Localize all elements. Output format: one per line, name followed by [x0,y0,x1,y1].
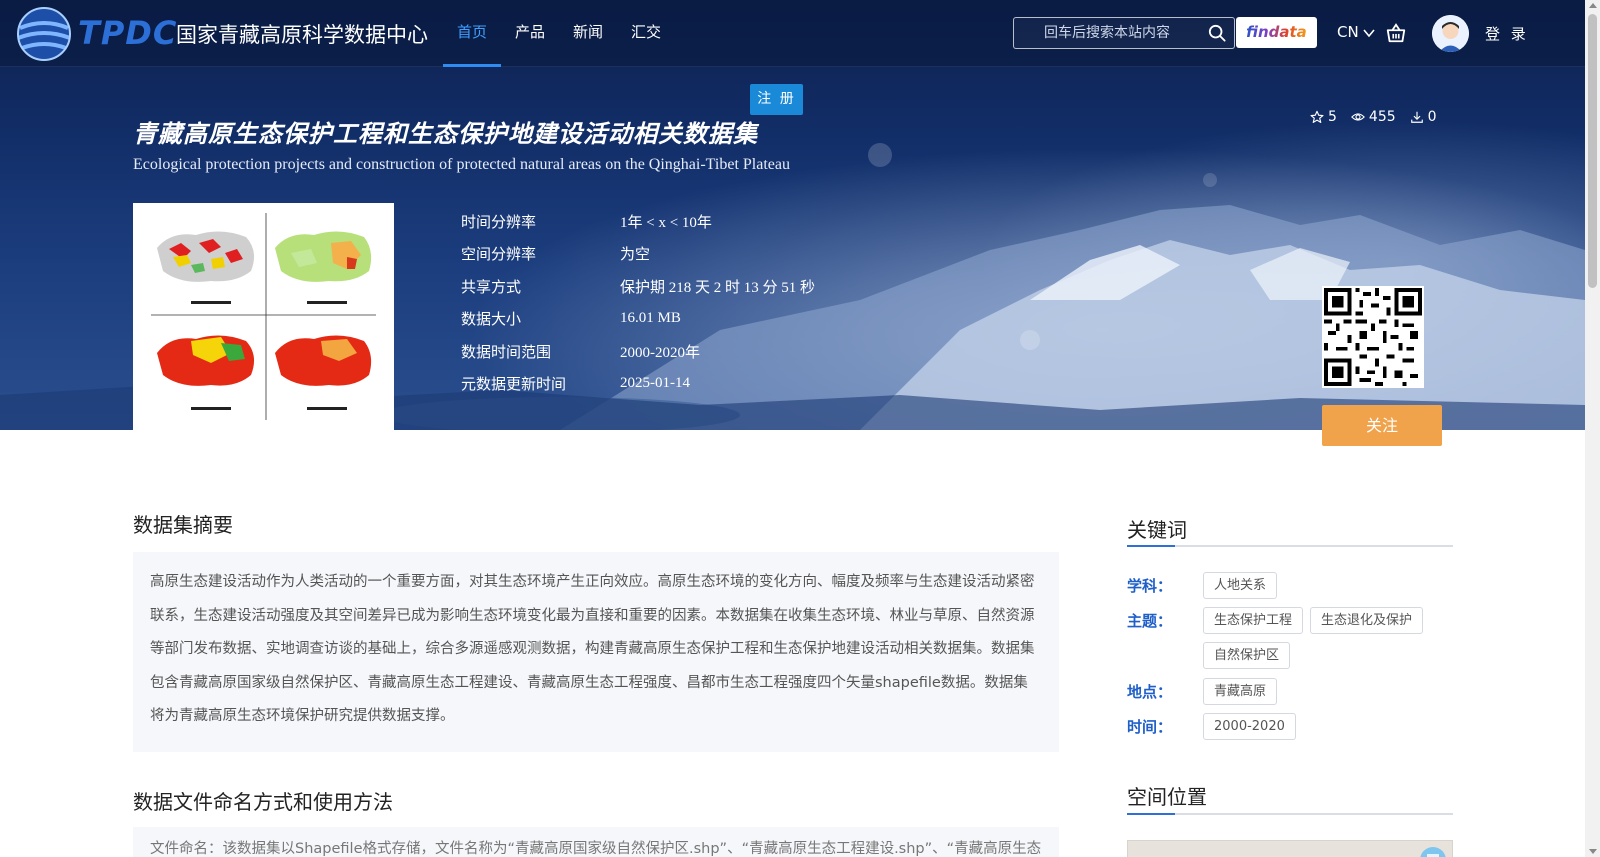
thumbnail-map-figure [151,213,376,420]
meta-value: 2000-2020年 [620,344,700,361]
logo-chinese-name: 国家青藏高原科学数据中心 [176,23,428,47]
location-heading: 空间位置 [1127,785,1207,809]
dataset-thumbnail[interactable] [133,203,394,430]
downloads-stat: 0 [1410,109,1437,125]
location-map[interactable] [1127,840,1453,857]
nav-item-home[interactable]: 首页 [443,0,502,67]
meta-value: 2025-01-14 [620,375,690,392]
naming-box: 文件命名：该数据集以Shapefile格式存储，文件名称为“青藏高原国家级自然保… [133,827,1059,857]
meta-value: 保护期 218 天 2 时 13 分 51 秒 [620,279,816,296]
meta-row: 数据时间范围 2000-2020年 [461,335,815,368]
search-input[interactable] [1014,18,1204,48]
follow-button[interactable]: 关注 [1322,405,1442,446]
top-navigation-bar: TPDC 国家青藏高原科学数据中心 首页 产品 新闻 汇交 findata CN [0,0,1585,67]
search-box [1013,17,1235,49]
search-icon[interactable] [1208,24,1226,42]
register-button[interactable]: 注 册 [750,84,803,115]
keyword-tag[interactable]: 人地关系 [1203,572,1278,599]
abstract-box: 高原生态建设活动作为人类活动的一个重要方面，对其生态环境产生正向效应。高原生态环… [133,552,1059,752]
main-nav: 首页 产品 新闻 汇交 [443,0,675,67]
findata-button[interactable]: findata [1236,17,1317,48]
meta-row: 数据大小 16.01 MB [461,303,815,336]
globe-logo-icon [17,7,71,61]
naming-heading: 数据文件命名方式和使用方法 [133,790,393,814]
location-divider [1127,813,1453,815]
language-label: CN [1337,23,1359,41]
meta-key: 元数据更新时间 [461,375,567,394]
meta-value: 1年 < x < 10年 [620,214,712,231]
keyword-label-discipline: 学科： [1127,577,1173,595]
meta-row: 共享方式 保护期 218 天 2 时 13 分 51 秒 [461,270,815,303]
nav-item-news[interactable]: 新闻 [559,0,617,67]
meta-key: 时间分辨率 [461,212,537,231]
map-layer-icon[interactable] [1418,845,1448,857]
avatar-icon [1432,15,1469,52]
download-icon [1410,111,1423,123]
dataset-title-en: Ecological protection projects and const… [133,156,790,173]
meta-value: 为空 [620,247,651,264]
logo-abbreviation: TPDC [78,14,178,52]
abstract-text: 高原生态建设活动作为人类活动的一个重要方面，对其生态环境产生正向效应。高原生态环… [150,574,1035,724]
keyword-tag[interactable]: 生态保护工程 [1203,607,1304,634]
user-avatar[interactable] [1432,15,1469,52]
meta-key: 数据大小 [461,310,522,329]
login-link[interactable]: 登 录 [1485,23,1529,44]
basket-icon[interactable] [1385,22,1407,44]
keyword-label-location: 地点： [1127,683,1173,701]
language-switcher[interactable]: CN [1337,23,1376,41]
meta-row: 时间分辨率 1年 < x < 10年 [461,205,815,238]
views-stat: 455 [1350,109,1396,125]
keyword-tag[interactable]: 2000-2020 [1203,713,1296,740]
qr-code [1322,286,1424,388]
meta-row: 元数据更新时间 2025-01-14 [461,368,815,401]
stars-stat[interactable]: 5 [1310,109,1337,125]
stars-count: 5 [1328,109,1337,125]
meta-key: 共享方式 [461,277,522,296]
dataset-title-cn: 青藏高原生态保护工程和生态保护地建设活动相关数据集 [133,120,758,148]
star-icon [1310,110,1324,123]
meta-value: 16.01 MB [620,310,681,327]
keyword-tag[interactable]: 青藏高原 [1203,678,1278,705]
dataset-stats: 5 455 0 [1310,109,1437,125]
dataset-metadata: 时间分辨率 1年 < x < 10年 空间分辨率 为空 共享方式 保护期 218… [461,205,815,400]
keyword-tag[interactable]: 生态退化及保护 [1310,607,1424,634]
nav-item-products[interactable]: 产品 [501,0,559,67]
naming-text: 文件命名：该数据集以Shapefile格式存储，文件名称为“青藏高原国家级自然保… [150,841,1042,857]
nav-item-submit[interactable]: 汇交 [617,0,675,67]
chevron-down-icon [1363,28,1376,37]
keywords-heading: 关键词 [1127,518,1187,542]
keyword-tag[interactable]: 自然保护区 [1203,642,1291,669]
keywords-divider [1127,545,1453,547]
downloads-count: 0 [1427,109,1437,125]
eye-icon [1350,113,1365,121]
abstract-heading: 数据集摘要 [133,513,233,537]
qr-code-icon [1324,288,1422,386]
scroll-up-arrow-icon[interactable] [1589,3,1597,8]
views-count: 455 [1368,109,1396,125]
keyword-label-time: 时间： [1127,718,1173,736]
scrollbar-thumb[interactable] [1588,14,1597,288]
meta-key: 空间分辨率 [461,245,537,264]
page-scrollbar[interactable] [1585,0,1600,857]
meta-row: 空间分辨率 为空 [461,238,815,271]
keyword-label-theme: 主题： [1127,612,1173,630]
meta-key: 数据时间范围 [461,342,552,361]
findata-logo-text: findata [1246,23,1307,41]
scroll-down-arrow-icon[interactable] [1589,849,1597,854]
